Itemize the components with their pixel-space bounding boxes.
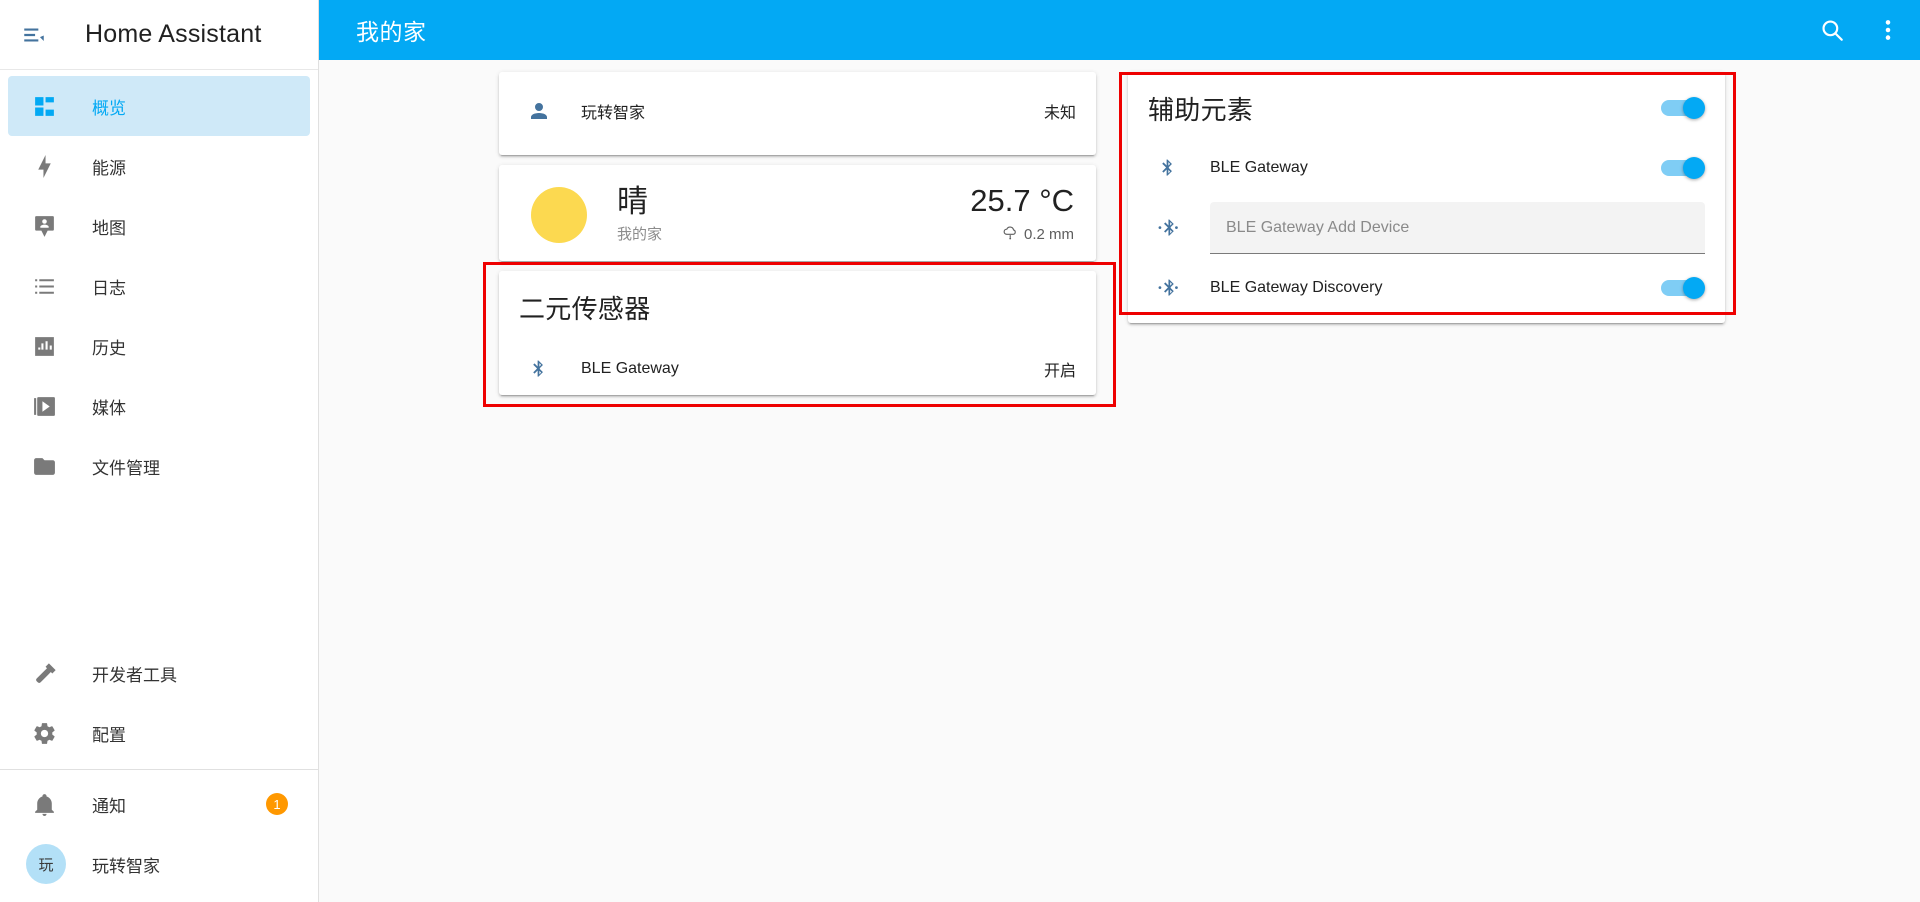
sidebar-item-label: 玩转智家 bbox=[92, 856, 160, 876]
sidebar-item-media[interactable]: 媒体 bbox=[8, 376, 310, 436]
weather-condition: 晴 bbox=[617, 184, 648, 219]
avatar-initials: 玩 bbox=[26, 844, 66, 884]
bluetooth-transfer-icon bbox=[1148, 277, 1188, 299]
menu-collapse-icon[interactable] bbox=[10, 11, 58, 59]
sidebar-item-file-manager[interactable]: 文件管理 bbox=[8, 436, 310, 496]
entity-name: BLE Gateway bbox=[1210, 159, 1308, 176]
sidebar-divider bbox=[0, 769, 318, 770]
notification-badge: 1 bbox=[266, 793, 288, 815]
entity-state: 开启 bbox=[1043, 363, 1076, 380]
weather-readings: 25.7 °C 0.2 mm bbox=[970, 183, 1076, 245]
sidebar-title: Home Assistant bbox=[85, 20, 262, 48]
sidebar-item-settings[interactable]: 配置 bbox=[8, 703, 310, 763]
card-weather[interactable]: 晴 我的家 25.7 °C 0.2 mm bbox=[499, 165, 1096, 261]
sidebar-item-label: 文件管理 bbox=[92, 458, 160, 478]
sidebar-item-label: 开发者工具 bbox=[92, 665, 177, 685]
entity-row-person[interactable]: 玩转智家 未知 bbox=[499, 72, 1096, 150]
main-area: 我的家 玩转智家 未知 晴 我的家 25.7 °C 0.2 mm 二元传感器 B… bbox=[319, 0, 1920, 902]
card-helpers-header: 辅助元素 bbox=[1128, 72, 1725, 127]
weather-precipitation-value: 0.2 mm bbox=[1023, 225, 1074, 243]
sidebar-item-overview[interactable]: 概览 bbox=[8, 76, 310, 136]
sidebar-item-label: 媒体 bbox=[92, 398, 126, 418]
toggle-thumb bbox=[1683, 277, 1705, 299]
weather-card-body: 晴 我的家 25.7 °C 0.2 mm bbox=[499, 165, 1096, 265]
bluetooth-transfer-icon bbox=[1148, 217, 1188, 239]
weather-pouring-icon bbox=[1002, 224, 1019, 245]
sidebar-item-label: 地图 bbox=[92, 218, 126, 238]
toggle-thumb bbox=[1683, 96, 1705, 119]
weather-texts: 晴 我的家 bbox=[617, 184, 663, 244]
sidebar-item-energy[interactable]: 能源 bbox=[8, 136, 310, 196]
entity-row-ble-gateway-discovery[interactable]: BLE Gateway Discovery bbox=[1128, 259, 1725, 317]
sidebar-header: Home Assistant bbox=[0, 0, 318, 70]
weather-location: 我的家 bbox=[617, 225, 663, 243]
dashboard-content: 玩转智家 未知 晴 我的家 25.7 °C 0.2 mm 二元传感器 BLE G… bbox=[319, 60, 1920, 902]
sidebar-item-label: 能源 bbox=[92, 158, 126, 178]
search-icon[interactable] bbox=[1808, 6, 1856, 54]
page-title: 我的家 bbox=[356, 19, 427, 45]
entity-state: 未知 bbox=[1043, 105, 1076, 122]
sidebar-nav: 概览 能源 地图 日志 历史 媒体 文件管理 bbox=[0, 70, 318, 570]
sidebar-item-developer-tools[interactable]: 开发者工具 bbox=[8, 643, 310, 703]
card-binary-sensor: 二元传感器 BLE Gateway 开启 bbox=[499, 271, 1096, 395]
sidebar-item-logbook[interactable]: 日志 bbox=[8, 256, 310, 316]
card-helpers: 辅助元素 BLE Gateway BLE Gateway Add Device … bbox=[1128, 72, 1725, 323]
lightning-bolt-icon bbox=[20, 154, 68, 179]
sidebar-item-user-profile[interactable]: 玩 玩转智家 bbox=[8, 834, 310, 894]
avatar: 玩 bbox=[20, 844, 68, 884]
weather-temperature: 25.7 °C bbox=[970, 183, 1074, 218]
sidebar-item-history[interactable]: 历史 bbox=[8, 316, 310, 376]
entity-row-ble-gateway-add-device bbox=[1128, 197, 1725, 259]
entity-name: 玩转智家 bbox=[581, 105, 646, 122]
sidebar-item-notifications[interactable]: 通知 1 bbox=[8, 774, 310, 834]
entity-row-ble-gateway[interactable]: BLE Gateway bbox=[1128, 139, 1725, 197]
sidebar: Home Assistant 概览 能源 地图 日志 历史 媒体 文件管理 开发… bbox=[0, 0, 319, 902]
ble-gateway-add-device-input[interactable] bbox=[1226, 218, 1689, 237]
entity-name: BLE Gateway bbox=[581, 360, 679, 377]
ble-gateway-discovery-toggle[interactable] bbox=[1661, 277, 1705, 299]
weather-precipitation: 0.2 mm bbox=[970, 224, 1074, 245]
sidebar-item-map[interactable]: 地图 bbox=[8, 196, 310, 256]
sidebar-bottom: 开发者工具 配置 通知 1 玩 玩转智家 bbox=[0, 643, 318, 902]
app-root: Home Assistant 概览 能源 地图 日志 历史 媒体 文件管理 开发… bbox=[0, 0, 1920, 902]
card-title: 辅助元素 bbox=[1148, 95, 1254, 125]
bluetooth-icon bbox=[1148, 157, 1188, 179]
entity-row-ble-gateway[interactable]: BLE Gateway 开启 bbox=[499, 340, 1096, 398]
sidebar-item-label: 日志 bbox=[92, 278, 126, 298]
weather-sunny-icon bbox=[531, 186, 587, 243]
entity-name: BLE Gateway Discovery bbox=[1210, 279, 1383, 296]
hammer-wrench-icon bbox=[20, 661, 68, 686]
toggle-thumb bbox=[1683, 157, 1705, 179]
cog-icon bbox=[20, 721, 68, 746]
card-title: 二元传感器 bbox=[519, 294, 651, 324]
play-box-multiple-icon bbox=[20, 394, 68, 419]
account-icon bbox=[519, 99, 559, 123]
helpers-master-toggle[interactable] bbox=[1661, 96, 1705, 119]
sidebar-item-label: 通知 bbox=[92, 796, 126, 816]
dots-vertical-icon[interactable] bbox=[1864, 6, 1912, 54]
chart-box-icon bbox=[20, 334, 68, 359]
card-person: 玩转智家 未知 bbox=[499, 72, 1096, 155]
bell-icon bbox=[20, 792, 68, 817]
folder-icon bbox=[20, 454, 68, 479]
ble-gateway-add-device-field[interactable] bbox=[1210, 202, 1705, 254]
sidebar-item-label: 历史 bbox=[92, 338, 126, 358]
sidebar-item-label: 概览 bbox=[92, 98, 126, 118]
ble-gateway-toggle[interactable] bbox=[1661, 157, 1705, 179]
format-list-bulleted-icon bbox=[20, 274, 68, 299]
sidebar-item-label: 配置 bbox=[92, 725, 126, 745]
map-marker-account-icon bbox=[20, 214, 68, 239]
top-app-bar: 我的家 bbox=[319, 0, 1920, 60]
bluetooth-icon bbox=[519, 358, 559, 380]
view-dashboard-icon bbox=[20, 94, 68, 119]
